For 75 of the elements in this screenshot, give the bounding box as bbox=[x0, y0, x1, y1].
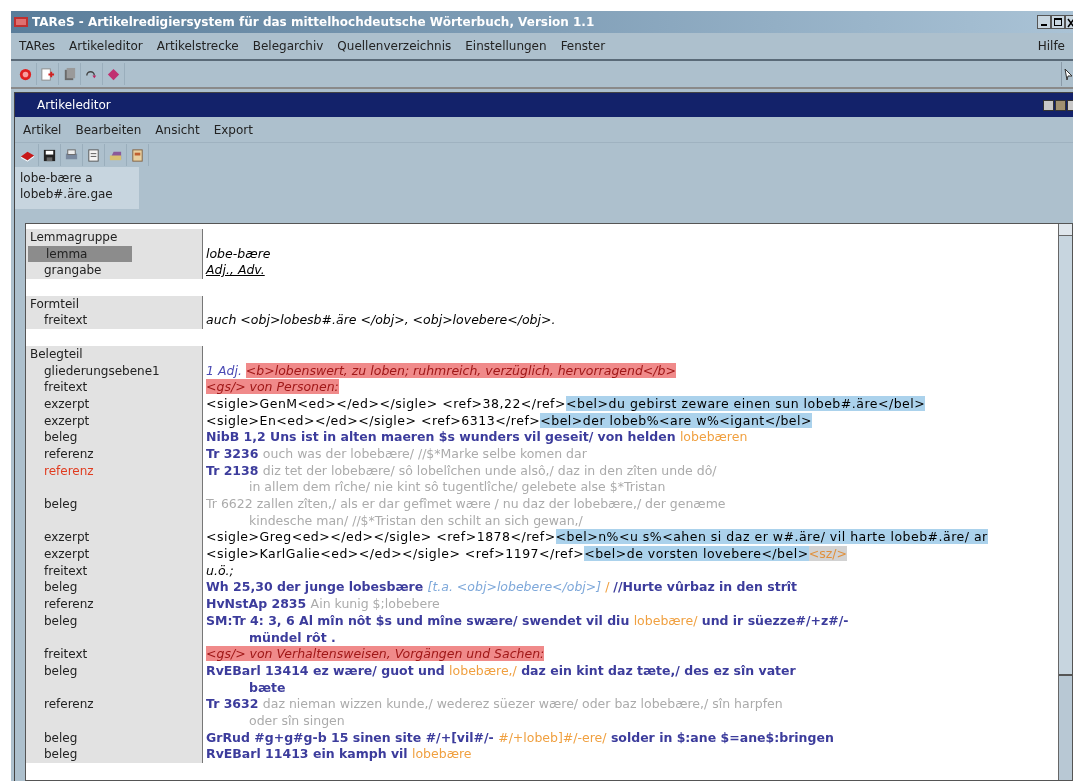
menu-item[interactable]: Einstellungen bbox=[465, 37, 547, 55]
markup-text: <bel>der lobeb%<are w%<igant</bel> bbox=[540, 412, 812, 428]
markup-text: RvEBarl 11413 ein kamph vil bbox=[206, 746, 409, 762]
markup-text: NibB 1,2 Uns ist in alten maeren $s wunders vil geseit/ von helden bbox=[206, 429, 677, 445]
menu-item[interactable]: Quellenverzeichnis bbox=[337, 37, 452, 55]
markup-text: <bel>de vorsten lovebere</bel> bbox=[584, 546, 809, 562]
markup-text: daz nieman wizzen kunde,/ wederez süezer wære/ oder baz lobebære,/ sîn harpfen bbox=[262, 696, 783, 712]
markup-text: Ain kunig $;lobebere bbox=[310, 596, 440, 612]
markup-text: <gs/> von Verhaltensweisen, Vorgängen und Sachen: bbox=[206, 646, 545, 662]
markup-text: HvNstAp 2835 bbox=[206, 596, 308, 612]
markup-text: Wh 25,30 der junge lobesbære bbox=[206, 579, 425, 595]
markup-text: lobebære,/ bbox=[449, 662, 517, 678]
markup-text: <bel>du gebirst zeware einen sun lobeb#.äre</bel> bbox=[566, 395, 926, 411]
close-button[interactable] bbox=[1067, 99, 1073, 111]
child-window-title: Artikeleditor bbox=[37, 97, 111, 114]
markup-text: / bbox=[604, 579, 611, 595]
markup-text: GrRud #g+g#g-b 15 sinen site #/+[vil#/- bbox=[206, 729, 495, 745]
markup-text: bæte bbox=[249, 679, 286, 695]
markup-text: solder in $:ane $=ane$:bringen bbox=[609, 729, 834, 745]
markup-text: SM:Tr 4: 3, 6 Al mîn nôt $s und mîne swære/ swendet vil diu bbox=[206, 612, 631, 628]
markup-text: //Hurte vûrbaz in den strît bbox=[613, 579, 798, 595]
restore-button[interactable] bbox=[1055, 99, 1066, 111]
markup-text: ouch was der lobebære/ //$*Marke selbe komen dar bbox=[262, 445, 587, 461]
markup-text: lobebære bbox=[412, 746, 472, 762]
markup-text: Tr 6622 zallen zîten,/ als er dar gefîmet wære / nu daz der lobebære,/ der genæme bbox=[206, 496, 726, 511]
markup-text: kindesche man/ //$*Tristan den schilt an sich gewan,/ bbox=[249, 512, 583, 528]
menu-item[interactable]: Export bbox=[213, 120, 253, 139]
markup-text: <sigle>Greg<ed></ed></sigle> <ref>1878</ref> bbox=[206, 529, 556, 545]
field-label[interactable]: beleg bbox=[26, 496, 86, 513]
markup-text: lobebæren bbox=[679, 429, 748, 445]
markup-text: Tr 2138 bbox=[206, 462, 260, 478]
markup-text: <sigle>KarlGalie<ed></ed></sigle> <ref>1197</ref> bbox=[206, 546, 585, 562]
menu-item[interactable]: Bearbeiten bbox=[75, 120, 142, 139]
menu-item[interactable]: Hilfe bbox=[1037, 37, 1065, 55]
maximize-button[interactable] bbox=[1051, 15, 1065, 29]
menu-item[interactable]: Fenster bbox=[560, 37, 606, 55]
markup-text: auch <obj>lobesb#.äre </obj>, <obj>lovebere</obj>. bbox=[206, 312, 556, 328]
markup-text: mündel rôt . bbox=[249, 629, 336, 645]
markup-text: #/+lobeb]#/-ere/ bbox=[498, 729, 607, 745]
markup-text: 1 Adj. bbox=[206, 362, 243, 378]
markup-text: Tr 3236 bbox=[206, 445, 260, 461]
markup-text: u.ö.; bbox=[206, 562, 234, 578]
menu-item[interactable]: Artikelstrecke bbox=[156, 37, 239, 55]
markup-text: oder sîn singen bbox=[249, 712, 345, 728]
menu-item[interactable]: Ansicht bbox=[155, 120, 200, 139]
markup-text: und ir süezze#/+z#/- bbox=[700, 612, 849, 628]
field-label[interactable]: beleg bbox=[26, 612, 86, 630]
app-icon bbox=[14, 16, 28, 28]
markup-text: <bel>n%<u s%<ahen si daz er w#.äre/ vil harte lobeb#.äre/ ar bbox=[555, 529, 988, 545]
markup-text: Tr 3632 bbox=[206, 696, 260, 712]
markup-text: lobebære/ bbox=[633, 612, 698, 628]
menu-item[interactable]: Artikeleditor bbox=[69, 37, 143, 55]
document-tab[interactable]: lobe-bære a lobeb#.äre.gae bbox=[15, 167, 139, 209]
markup-text: diz tet der lobebære/ sô lobelîchen unde alsô,/ daz in den zîten unde dô/ bbox=[262, 462, 717, 478]
markup-text: in allem dem rîche/ nie kint sô tugentlîche/ gelebete alse $*Tristan bbox=[249, 479, 666, 495]
scrollbar[interactable] bbox=[1058, 224, 1072, 780]
markup-text: daz ein kint daz tæte,/ des ez sîn vater bbox=[520, 662, 796, 678]
menu-item[interactable]: TARes bbox=[19, 37, 56, 55]
markup-text: Adj., Adv. bbox=[206, 262, 265, 278]
markup-text: [t.a. <obj>lobebere</obj>] bbox=[427, 579, 602, 595]
pointer-icon[interactable] bbox=[1063, 67, 1073, 81]
markup-text: RvEBarl 13414 ez wære/ guot und bbox=[206, 662, 446, 678]
field-label[interactable]: beleg bbox=[26, 662, 86, 680]
markup-text: <gs/> von Personen: bbox=[206, 379, 339, 395]
markup-text: <sz/> bbox=[808, 546, 847, 562]
minimize-button[interactable] bbox=[1043, 99, 1054, 111]
close-button[interactable] bbox=[1065, 15, 1073, 29]
menu-item[interactable]: Artikel bbox=[23, 120, 62, 139]
markup-text: <b>lobenswert, zu loben; ruhmreich, verzüglich, hervorragend</b> bbox=[245, 362, 676, 378]
menu-item[interactable]: Belegarchiv bbox=[252, 37, 324, 55]
markup-text: <sigle>En<ed></ed></sigle> <ref>6313</ref> bbox=[206, 412, 541, 428]
markup-text: lobe-bære bbox=[206, 245, 271, 261]
markup-text: <sigle>GenM<ed></ed></sigle> <ref>38,22</ref> bbox=[206, 395, 566, 411]
minimize-button[interactable] bbox=[1037, 15, 1051, 29]
window-title: TAReS - Artikelredigiersystem für das mittelhochdeutsche Wörterbuch, Version 1.1 bbox=[32, 14, 595, 31]
